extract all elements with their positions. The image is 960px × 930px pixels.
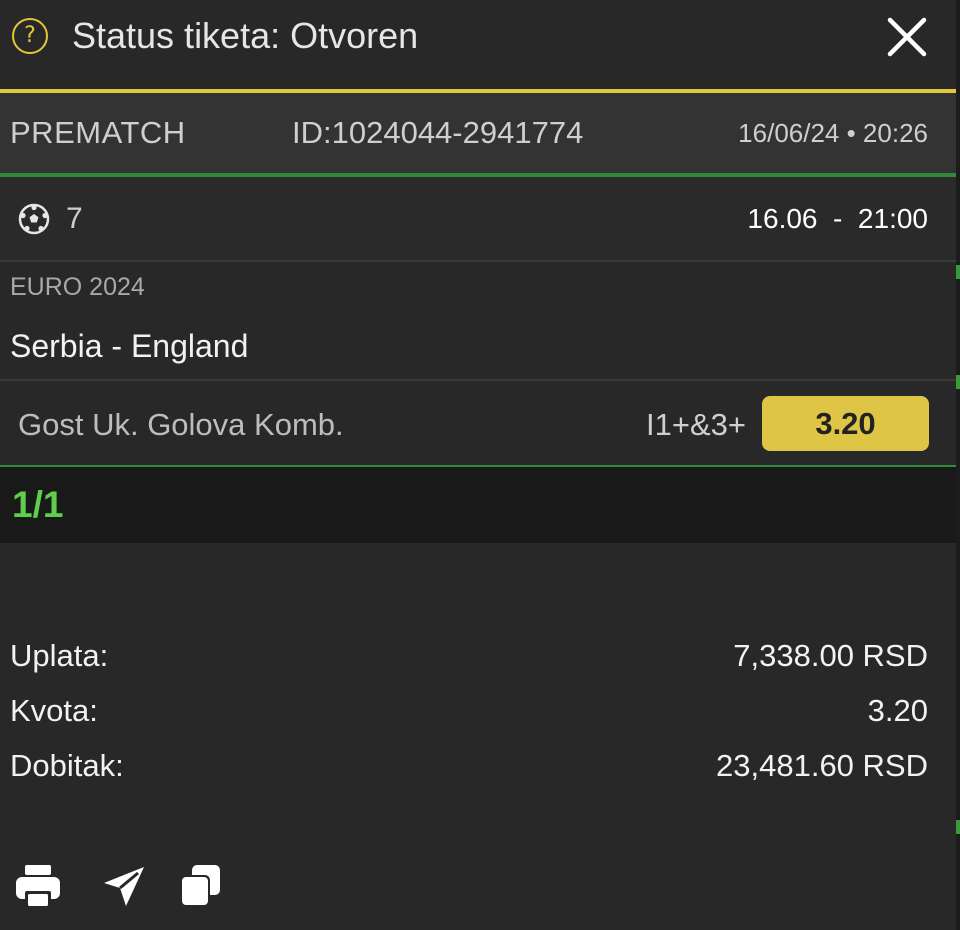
ticket-date: 16/06/24 • 20:26 <box>738 118 928 148</box>
edge-marker <box>956 375 960 389</box>
ticket-id: ID:1024044-2941774 <box>292 115 584 150</box>
bet-pick: I1+&3+ <box>646 407 746 442</box>
ticket-type: PREMATCH <box>10 115 186 150</box>
right-edge <box>956 0 960 930</box>
edge-marker <box>956 265 960 279</box>
edge-marker <box>956 820 960 834</box>
league-name: EURO 2024 <box>10 273 145 301</box>
event-time: 16.06 - 21:00 <box>747 203 928 234</box>
ticket-info-row: PREMATCH ID:1024044-2941774 16/06/24 • 2… <box>0 93 956 173</box>
event-row: 7 16.06 - 21:00 <box>0 177 956 262</box>
close-icon[interactable] <box>884 14 930 60</box>
event-count: 7 <box>66 202 83 235</box>
soccer-ball-icon <box>18 203 50 235</box>
combination-count: 1/1 <box>12 484 64 525</box>
question-mark-icon[interactable]: ? <box>12 18 48 54</box>
win-label: Dobitak: <box>10 748 124 783</box>
ticket-status-title: Status tiketa: Otvoren <box>72 15 419 56</box>
combination-row: 1/1 <box>0 467 956 543</box>
win-row: Dobitak: 23,481.60 RSD <box>10 744 928 788</box>
match-name: Serbia - England <box>10 328 249 364</box>
send-icon[interactable] <box>100 862 148 910</box>
stake-value: 7,338.00 RSD <box>733 638 928 673</box>
odds-row: Kvota: 3.20 <box>10 689 928 733</box>
ticket-panel: ? Status tiketa: Otvoren PREMATCH ID:102… <box>0 0 956 930</box>
odds-value: 3.20 <box>867 693 928 728</box>
copy-icon[interactable] <box>176 862 224 910</box>
bet-market: Gost Uk. Golova Komb. <box>18 407 344 442</box>
odd-badge[interactable]: 3.20 <box>762 396 929 451</box>
bet-row: Gost Uk. Golova Komb. I1+&3+ 3.20 <box>0 381 956 465</box>
printer-icon[interactable] <box>14 862 62 910</box>
odds-label: Kvota: <box>10 693 98 728</box>
ticket-header: ? Status tiketa: Otvoren <box>0 0 956 90</box>
stake-label: Uplata: <box>10 638 109 673</box>
win-value: 23,481.60 RSD <box>716 748 928 783</box>
stake-row: Uplata: 7,338.00 RSD <box>10 634 928 678</box>
